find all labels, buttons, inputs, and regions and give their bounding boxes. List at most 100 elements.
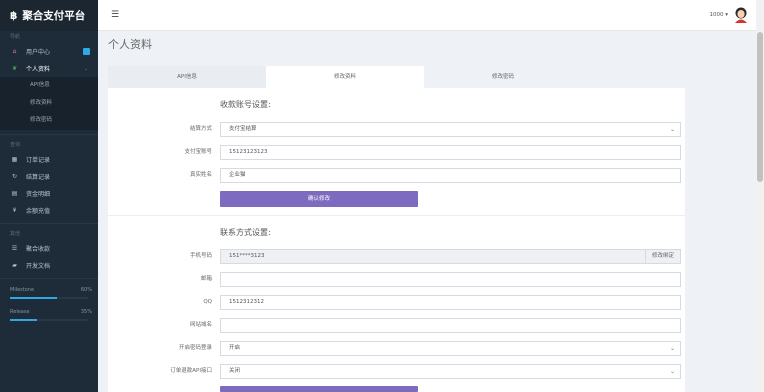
tab-api-info[interactable]: API信息 [108, 66, 266, 88]
refresh-icon: ↻ [11, 172, 18, 180]
alipay-account-row: 支付宝账号 15123123123 [108, 145, 685, 160]
brand-title: 聚合支付平台 [22, 10, 86, 22]
site-domain-row: 网站域名 [108, 318, 685, 333]
confirm-contact-button[interactable] [220, 386, 418, 392]
milestone-percent: 60% [80, 286, 92, 293]
change-binding-button[interactable]: 修改绑定 [644, 250, 680, 263]
site-domain-input[interactable] [220, 318, 681, 333]
secure-login-label: 开启密码登录 [178, 345, 212, 351]
sidebar-subitem-edit-profile[interactable]: 修改资料 [0, 95, 98, 113]
milestone-bar [10, 296, 88, 299]
phone-value: 151****3123 [229, 253, 265, 259]
qq-row: QQ 1512312312 [108, 295, 685, 310]
release-bar [10, 318, 88, 321]
refund-api-row: 订单退款API接口 关闭 ⌄ [108, 364, 685, 379]
email-field[interactable] [220, 272, 681, 287]
menu-toggle-icon[interactable]: ☰ [111, 10, 119, 20]
sidebar-subitem-change-password[interactable]: 修改密码 [0, 112, 98, 130]
confirm-edit-button[interactable]: 确认修改 [220, 191, 418, 207]
qq-input[interactable]: 1512312312 [220, 295, 681, 310]
scrollbar-thumb[interactable] [757, 32, 763, 182]
divider [0, 133, 98, 135]
sidebar-item-settlements[interactable]: ↻ 结算记录 [0, 168, 98, 185]
sidebar-item-label: 用户中心 [26, 49, 51, 56]
leaf-icon: ❦ [11, 65, 18, 72]
sidebar-item-label: 结算记录 [26, 173, 51, 181]
avatar[interactable] [734, 7, 748, 23]
sidebar-item-orders[interactable]: ▦ 订单记录 [0, 151, 98, 168]
records-heading: 查询 [10, 141, 21, 148]
chevron-down-icon: ⌄ [669, 368, 675, 375]
tab-edit-profile[interactable]: 修改资料 [266, 66, 424, 88]
real-name-row: 真实姓名 企业猫 [108, 168, 685, 183]
brand[interactable]: ฿ 聚合支付平台 [0, 0, 98, 31]
settle-method-value: 支付宝结算 [229, 126, 257, 132]
sidebar-item-label: 开发文档 [26, 262, 51, 270]
sidebar-item-profile[interactable]: ❦ 个人资料 ⌄ [0, 60, 98, 77]
chevron-down-icon: ⌄ [669, 345, 675, 352]
book-icon: ▰ [12, 261, 17, 269]
settle-method-row: 结算方式 支付宝结算 ⌄ [108, 122, 685, 137]
sidebar-item-aggregate-payment[interactable]: ☰ 聚合收款 [0, 240, 98, 257]
profile-submenu: API信息 修改资料 修改密码 [0, 77, 98, 130]
alipay-account-input[interactable]: 15123123123 [220, 145, 681, 160]
sidebar-item-funds[interactable]: ▤ 资金明细 [0, 185, 98, 202]
chevron-down-icon: ⌄ [669, 126, 675, 133]
release-progress: Release 35% [0, 305, 98, 327]
user-menu[interactable]: 1000 ▾ [709, 12, 728, 18]
section-title-payout: 收款账号设置: [220, 100, 271, 109]
phone-row: 手机号码 151****3123 修改绑定 [108, 249, 685, 264]
sidebar-item-label: 资金明细 [26, 190, 51, 198]
profile-panel: API信息 修改资料 修改密码 收款账号设置: 结算方式 支付宝结算 ⌄ 支付宝… [108, 66, 685, 392]
section-divider [108, 215, 685, 216]
settle-method-select[interactable]: 支付宝结算 ⌄ [220, 122, 681, 137]
email-row: 邮箱 [108, 272, 685, 287]
yen-icon: ¥ [12, 206, 17, 214]
secure-login-select[interactable]: 开启 ⌄ [220, 341, 681, 356]
phone-label: 手机号码 [189, 253, 212, 259]
settle-method-label: 结算方式 [189, 126, 212, 132]
milestone-progress: Milestone 60% [0, 283, 98, 305]
chevron-down-icon: ⌄ [83, 65, 88, 72]
qq-label: QQ [203, 299, 212, 305]
divider [0, 222, 98, 224]
nav-heading: 导航 [10, 34, 21, 40]
real-name-input[interactable]: 企业猫 [220, 168, 681, 183]
sidebar-subitem-api-info[interactable]: API信息 [0, 77, 98, 95]
page-title: 个人资料 [108, 38, 152, 51]
sidebar-item-label: 聚合收款 [26, 245, 51, 253]
sidebar: ฿ 聚合支付平台 导航 ⌂ 用户中心 ❦ 个人资料 ⌄ API信息 修改资料 修… [0, 0, 98, 392]
other-heading: 其他 [10, 230, 21, 237]
secure-login-row: 开启密码登录 开启 ⌄ [108, 341, 685, 356]
divider [0, 277, 98, 279]
email-label: 邮箱 [200, 276, 212, 282]
sidebar-item-label: 订单记录 [26, 156, 51, 164]
sidebar-item-user-center[interactable]: ⌂ 用户中心 [0, 43, 98, 60]
release-percent: 35% [80, 308, 92, 315]
topbar: ☰ 1000 ▾ [98, 0, 764, 31]
list-icon: ☰ [11, 244, 18, 252]
sidebar-item-label: 余额充值 [26, 207, 51, 215]
scrollbar[interactable] [756, 0, 764, 392]
section-title-contact: 联系方式设置: [220, 228, 271, 237]
ledger-icon: ▤ [11, 189, 18, 197]
milestone-bar-fill [10, 296, 57, 299]
sidebar-item-label: 个人资料 [26, 66, 51, 73]
release-bar-fill [10, 318, 38, 321]
grid-icon: ▦ [11, 155, 18, 163]
sidebar-item-recharge[interactable]: ¥ 余额充值 [0, 202, 98, 219]
sidebar-item-dev-docs[interactable]: ▰ 开发文档 [0, 257, 98, 274]
refund-api-select[interactable]: 关闭 ⌄ [220, 364, 681, 379]
brand-logo-icon: ฿ [10, 9, 18, 22]
refund-api-value: 关闭 [229, 368, 241, 374]
real-name-label: 真实姓名 [189, 172, 212, 178]
site-domain-label: 网站域名 [189, 322, 212, 328]
tab-change-password[interactable]: 修改密码 [424, 66, 582, 88]
refund-api-label: 订单退款API接口 [170, 368, 212, 374]
tab-bar: API信息 修改资料 修改密码 [108, 66, 685, 88]
home-icon: ⌂ [12, 48, 17, 55]
alipay-account-label: 支付宝账号 [184, 149, 212, 155]
phone-input: 151****3123 修改绑定 [220, 249, 681, 264]
milestone-label: Milestone [10, 286, 35, 293]
notification-badge [83, 48, 90, 55]
